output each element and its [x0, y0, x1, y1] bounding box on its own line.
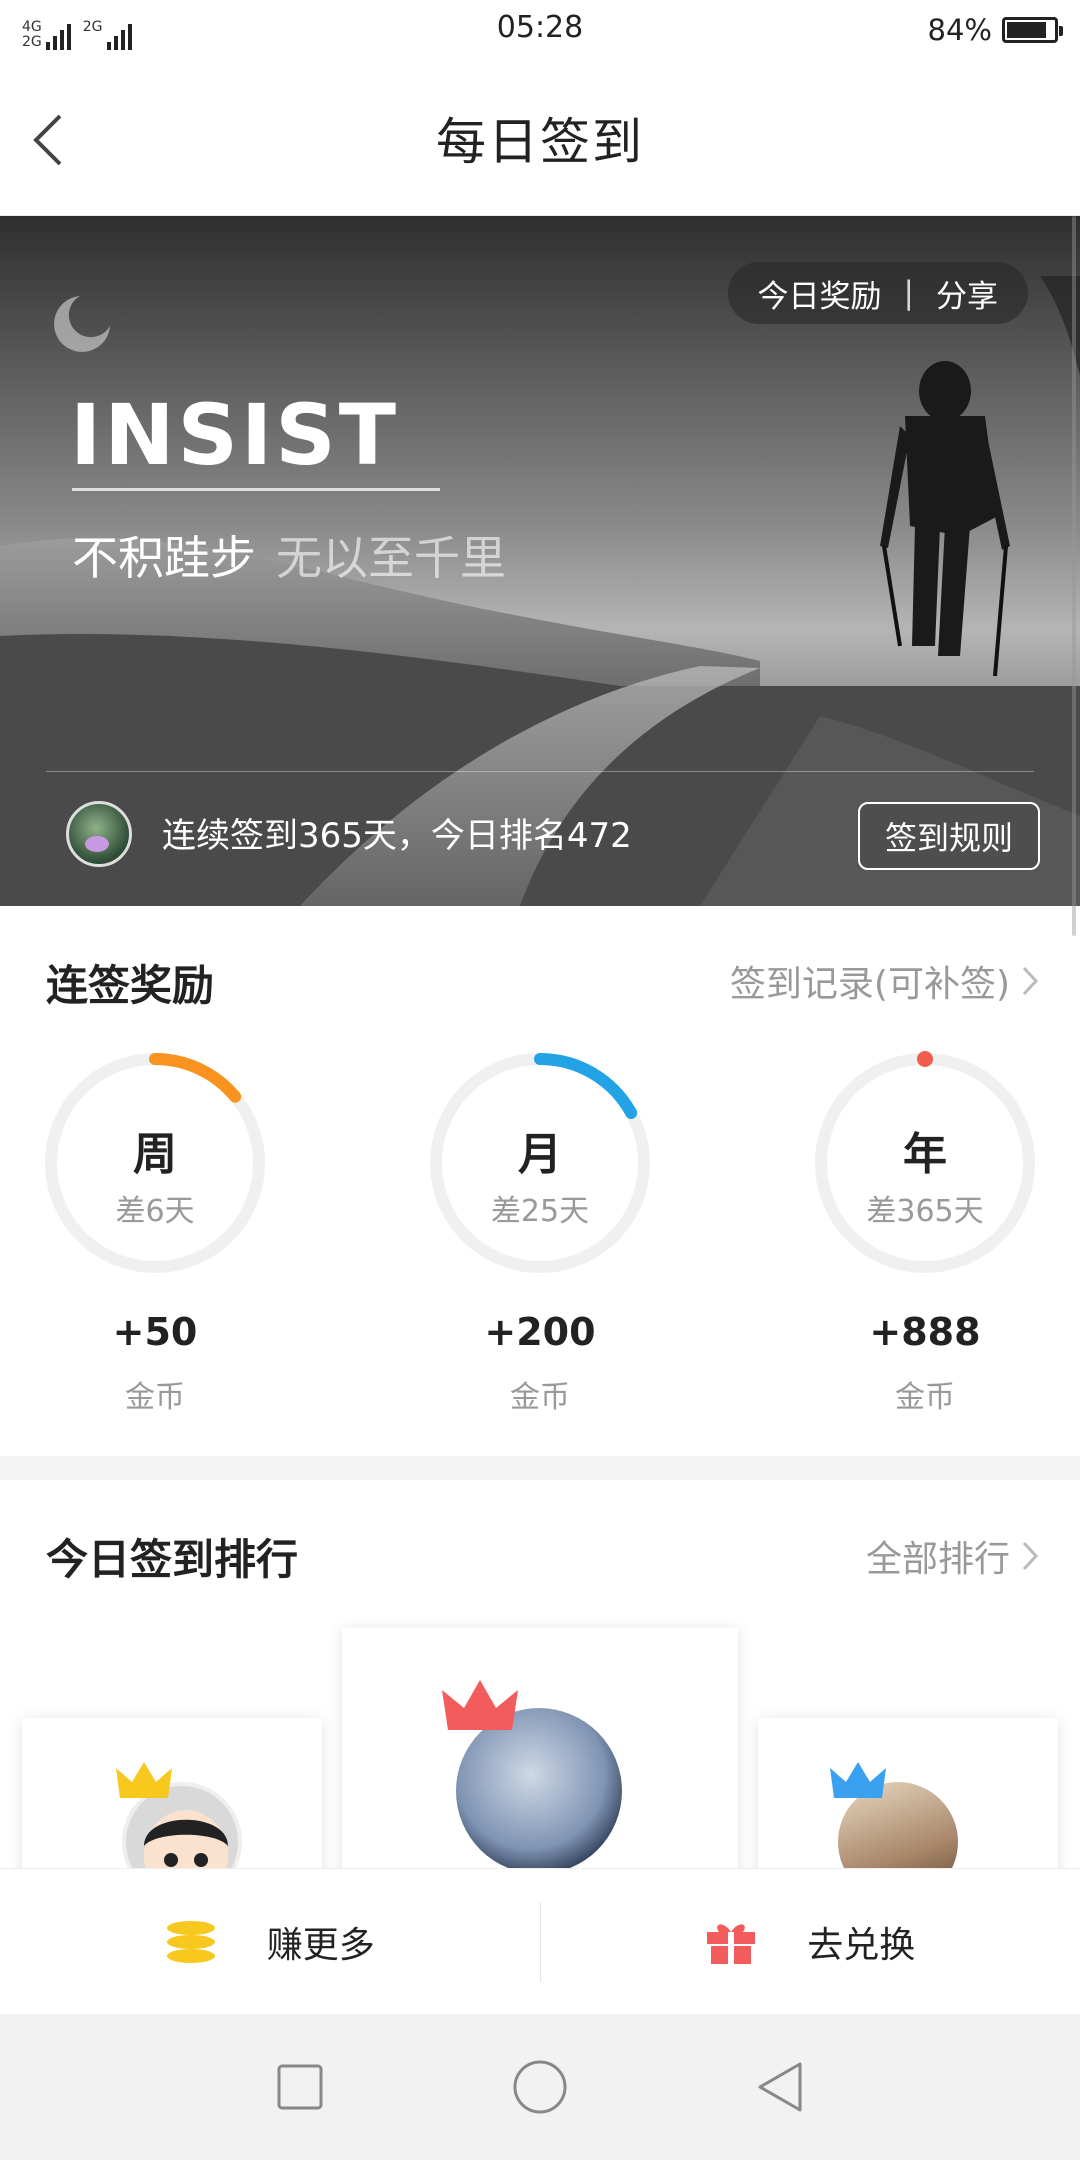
network-type-2: 2G [82, 19, 103, 35]
coins-icon [166, 1920, 215, 1963]
all-ranking-link[interactable]: 全部排行 [866, 1530, 1040, 1582]
banner-motto: 不积跬步 无以至千里 [72, 522, 506, 588]
share-link[interactable]: 分享 [936, 271, 998, 316]
network-label-2: 2G . [83, 20, 103, 50]
rank-card-second[interactable] [22, 1718, 322, 1902]
signal-indicator: 4G 2G 2G . [22, 10, 132, 50]
reward-ring-0: 周差6天 [40, 1048, 270, 1278]
reward-unit: 金币 [895, 1380, 955, 1415]
triangle-back-icon [758, 2062, 802, 2112]
battery-indicator: 84% [927, 13, 1063, 47]
crown-silver-icon [116, 1762, 172, 1798]
checkin-record-label: 签到记录(可补签) [729, 964, 1010, 1005]
reward-ring-2: 年差365天 [810, 1048, 1040, 1278]
battery-icon [1002, 17, 1063, 43]
checkin-rules-button[interactable]: 签到规则 [858, 802, 1040, 870]
crown-bronze-icon [830, 1762, 886, 1798]
user-avatar[interactable] [66, 801, 132, 867]
reward-amount: +50 [112, 1310, 198, 1354]
reward-amount: +200 [484, 1310, 596, 1354]
reward-ring-1: 月差25天 [425, 1048, 655, 1278]
checkin-record-link[interactable]: 签到记录(可补签) [730, 955, 1040, 1007]
reward-amount: +888 [869, 1310, 981, 1354]
ranking-title: 今日签到排行 [46, 1535, 299, 1584]
reward-period: 年 [903, 1129, 947, 1180]
reward-unit: 金币 [125, 1380, 185, 1415]
status-time: 05:28 [496, 10, 584, 45]
back-button[interactable] [28, 110, 78, 170]
streak-rewards-title: 连签奖励 [46, 961, 215, 1010]
reward-period: 周 [133, 1129, 177, 1180]
network-type-top: 4G [22, 19, 42, 35]
headline-underline [72, 488, 440, 491]
crown-gold-icon [442, 1680, 518, 1730]
network-label: 4G 2G [22, 20, 42, 50]
rank-card-first[interactable] [342, 1628, 738, 1878]
battery-percent: 84% [927, 13, 992, 47]
redeem-label: 去兑换 [807, 1924, 916, 1966]
square-icon [277, 2064, 323, 2110]
reward-unit: 金币 [510, 1380, 570, 1415]
section-gap [0, 1456, 1080, 1480]
reward-period: 月 [518, 1129, 562, 1180]
network-type-bottom: 2G [22, 34, 42, 50]
daily-checkin-screen: 4G 2G 2G . 05:28 84% 每日签到 [0, 0, 1080, 2160]
reward-remaining: 差25天 [490, 1194, 590, 1229]
chevron-right-icon [1022, 1541, 1039, 1571]
earn-more-button[interactable]: 赚更多 [0, 1869, 540, 2014]
banner-headline: INSIST [70, 386, 400, 484]
chevron-left-icon [33, 114, 62, 166]
redeem-button[interactable]: 去兑换 [541, 1869, 1080, 2014]
all-ranking-label: 全部排行 [865, 1539, 1010, 1580]
home-button[interactable] [505, 2052, 575, 2122]
page-title: 每日签到 [436, 112, 644, 171]
reward-remaining: 差6天 [115, 1194, 195, 1229]
rank-card-third[interactable] [758, 1718, 1058, 1902]
motto-part-1: 不积跬步 [72, 531, 256, 585]
system-nav-bar [0, 2014, 1080, 2160]
back-nav-button[interactable] [745, 2052, 815, 2122]
title-bar: 每日签到 [0, 60, 1080, 216]
gift-icon [707, 1923, 756, 1964]
pill-separator: | [903, 275, 914, 311]
status-bar: 4G 2G 2G . 05:28 84% [0, 0, 1080, 60]
scrollbar[interactable] [1072, 216, 1076, 936]
motto-part-2: 无以至千里 [276, 531, 506, 585]
chevron-right-icon [1022, 966, 1039, 996]
circle-icon [513, 2060, 567, 2114]
reward-share-pill: 今日奖励 | 分享 [727, 262, 1028, 324]
signal-bars-icon [45, 22, 71, 50]
today-reward-link[interactable]: 今日奖励 [758, 271, 882, 316]
reward-remaining: 差365天 [866, 1194, 984, 1229]
bottom-action-bar: 赚更多 去兑换 [0, 1868, 1080, 2014]
checkin-banner: 今日奖励 | 分享 INSIST 不积跬步 无以至千里 连续签到365天，今日排名… [0, 216, 1080, 906]
earn-more-label: 赚更多 [266, 1924, 375, 1966]
banner-divider [46, 771, 1034, 772]
recent-apps-button[interactable] [265, 2052, 335, 2122]
streak-summary: 连续签到365天，今日排名472 [162, 816, 632, 856]
signal-bars-2-icon [106, 22, 132, 50]
